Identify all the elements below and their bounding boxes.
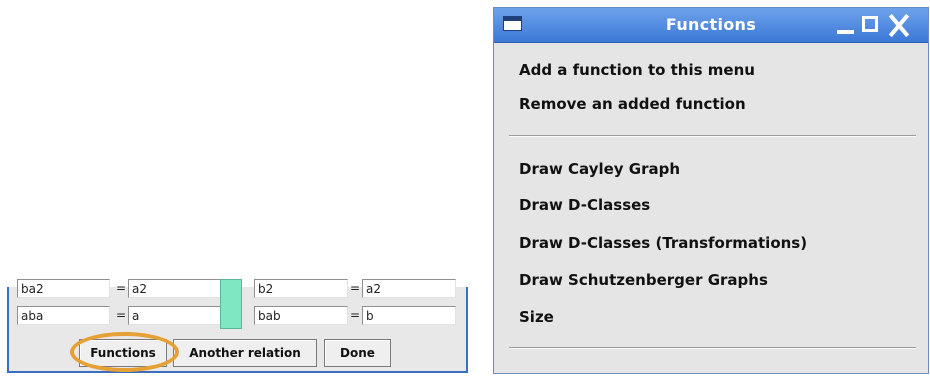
another-relation-button[interactable]: Another relation: [173, 339, 317, 367]
menu-item-d-classes-transformations[interactable]: Draw D-Classes (Transformations): [519, 232, 807, 254]
title-bar[interactable]: Functions: [494, 8, 928, 43]
close-icon[interactable]: [886, 13, 912, 37]
menu-item-d-classes[interactable]: Draw D-Classes: [519, 194, 650, 216]
menu-item-schutzenberger-graphs[interactable]: Draw Schutzenberger Graphs: [519, 269, 768, 291]
menu-item-size[interactable]: Size: [519, 306, 554, 328]
relation-rhs-field[interactable]: b: [362, 306, 456, 325]
menu-item-add-function[interactable]: Add a function to this menu: [519, 59, 755, 81]
relations-editor: ba2 = a2 b2 = a2 aba = a bab = b Functio…: [7, 279, 468, 375]
maximize-icon[interactable]: [860, 13, 882, 37]
done-button[interactable]: Done: [324, 339, 391, 367]
relation-lhs-field[interactable]: aba: [17, 306, 110, 325]
relation-rhs-field[interactable]: a2: [128, 279, 222, 298]
column-separator: [220, 279, 242, 329]
equals-sign: =: [116, 308, 127, 322]
relation-rhs-field[interactable]: a2: [362, 279, 456, 298]
equals-sign: =: [350, 308, 361, 322]
equals-sign: =: [350, 281, 361, 295]
relation-lhs-field[interactable]: ba2: [17, 279, 110, 298]
highlight-circle: [70, 332, 179, 372]
minimize-icon[interactable]: [834, 13, 856, 37]
relation-lhs-field[interactable]: b2: [254, 279, 348, 298]
relation-lhs-field[interactable]: bab: [254, 306, 348, 325]
menu-divider: [509, 347, 916, 349]
menu-item-cayley-graph[interactable]: Draw Cayley Graph: [519, 158, 680, 180]
menu-item-remove-function[interactable]: Remove an added function: [519, 93, 746, 115]
equals-sign: =: [116, 281, 127, 295]
functions-window: Functions Add a function to this menu Re…: [493, 7, 929, 374]
relation-rhs-field[interactable]: a: [128, 306, 222, 325]
menu-divider: [509, 135, 916, 137]
